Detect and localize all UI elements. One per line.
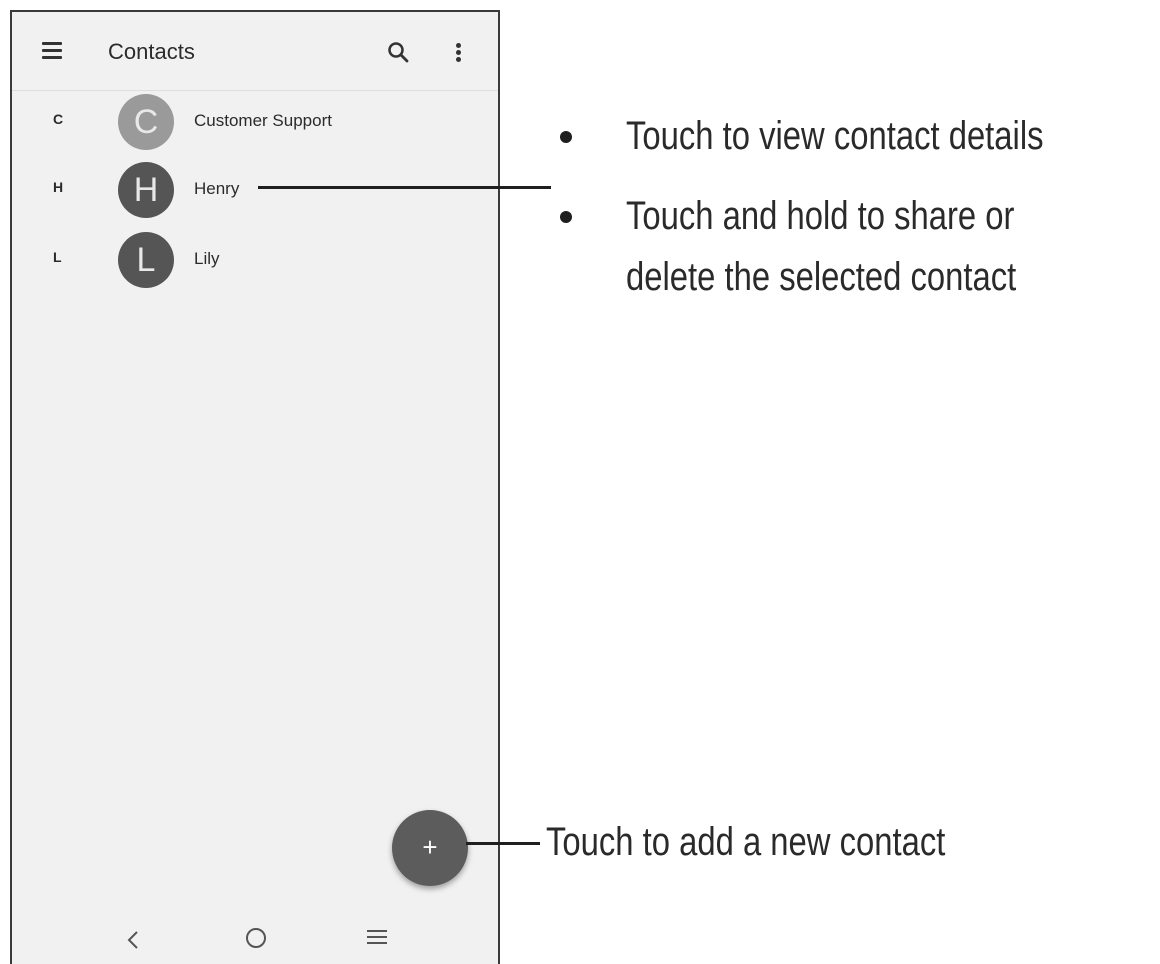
avatar: L	[118, 232, 174, 288]
avatar: C	[118, 94, 174, 150]
callout-view-details: Touch to view contact details	[626, 114, 1044, 158]
more-vert-icon[interactable]	[456, 43, 462, 63]
contact-name: Lily	[194, 249, 220, 268]
navigation-bar	[12, 910, 498, 964]
phone-screen: Contacts C C Customer Support H H Henry …	[10, 10, 500, 964]
bullet	[560, 131, 572, 143]
menu-icon[interactable]	[42, 42, 62, 59]
back-icon[interactable]	[122, 928, 146, 952]
page-title: Contacts	[108, 39, 195, 64]
search-icon[interactable]	[387, 41, 409, 63]
contact-row-henry[interactable]: H H Henry	[12, 157, 498, 223]
bullet	[560, 211, 572, 223]
callout-share-delete-line2: delete the selected contact	[626, 255, 1017, 299]
contact-name: Customer Support	[194, 111, 332, 130]
index-letter: H	[53, 179, 64, 195]
contact-row-customer-support[interactable]: C C Customer Support	[12, 89, 498, 155]
callout-line-contact	[258, 186, 551, 189]
callout-line-fab	[466, 842, 540, 845]
home-icon[interactable]	[244, 926, 268, 950]
contact-name: Henry	[194, 179, 240, 198]
index-letter: L	[53, 249, 62, 265]
add-contact-button[interactable]: +	[392, 810, 468, 886]
contact-row-lily[interactable]: L L Lily	[12, 227, 498, 293]
callout-add-contact: Touch to add a new contact	[546, 820, 946, 864]
avatar: H	[118, 162, 174, 218]
index-letter: C	[53, 111, 64, 127]
callout-share-delete-line1: Touch and hold to share or	[626, 194, 1015, 238]
recents-icon[interactable]	[367, 930, 389, 948]
app-bar: Contacts	[12, 12, 498, 91]
